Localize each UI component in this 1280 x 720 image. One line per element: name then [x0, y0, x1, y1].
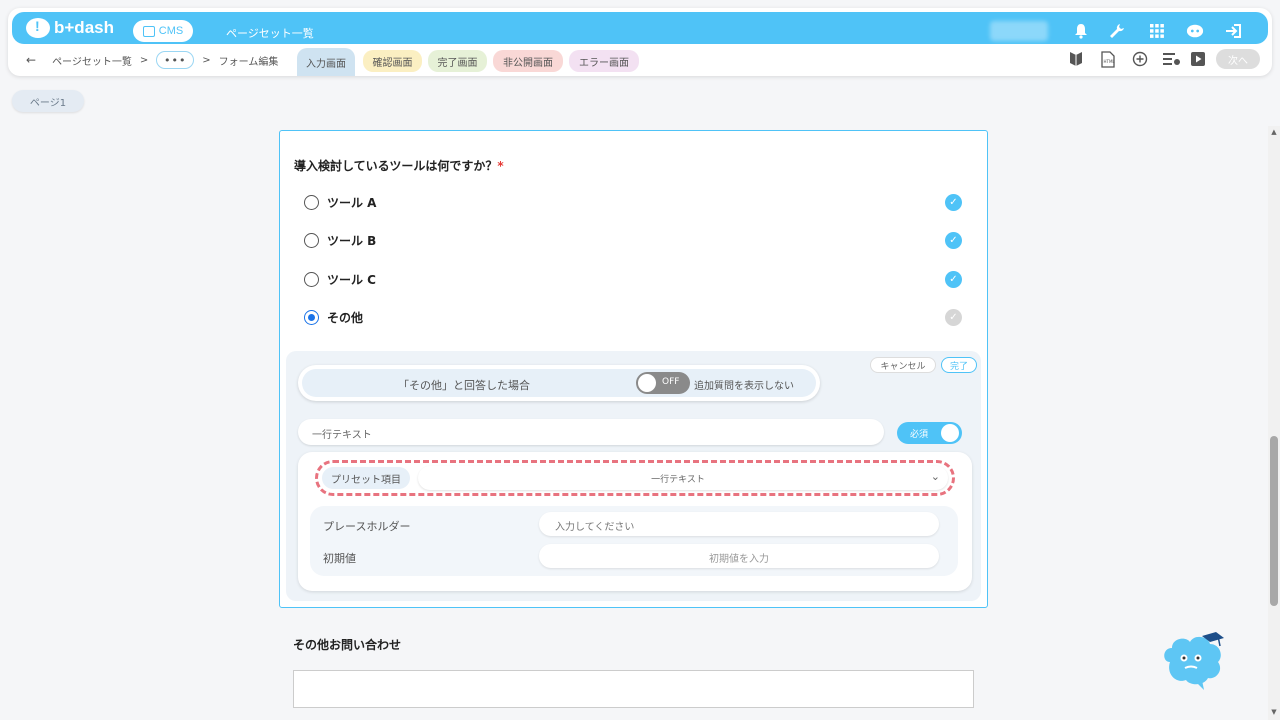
- toggle-state: OFF: [662, 377, 680, 387]
- tab-input-screen[interactable]: 入力画面: [297, 48, 355, 76]
- breadcrumb-separator: >: [202, 54, 211, 66]
- condition-text: 「その他」と回答した場合: [398, 379, 530, 392]
- check-icon[interactable]: ✓: [945, 271, 962, 288]
- header-title: ページセット一覧: [226, 27, 314, 40]
- done-button[interactable]: 完了: [941, 357, 977, 373]
- option-label: その他: [327, 311, 364, 325]
- question-card-selected[interactable]: 導入検討しているツールは何ですか？* ツール A ✓ ツール B ✓ ツール C…: [279, 130, 988, 608]
- grid-menu-icon[interactable]: [1148, 22, 1166, 40]
- scroll-down-icon[interactable]: ▼: [1270, 708, 1278, 716]
- preview-play-icon[interactable]: [1188, 49, 1208, 69]
- tab-private-screen[interactable]: 非公開画面: [493, 50, 563, 72]
- vertical-scrollbar[interactable]: ▲ ▼: [1268, 126, 1280, 720]
- top-bar: b+dash CMS ページセット一覧 ← ページセット一覧 > ••• > フ…: [8, 8, 1272, 76]
- check-icon[interactable]: ✓: [945, 232, 962, 249]
- radio-button[interactable]: [304, 233, 319, 248]
- toggle-knob: [941, 424, 959, 442]
- default-value-input[interactable]: 初期値を入力: [539, 544, 939, 568]
- breadcrumb-page-set-list[interactable]: ページセット一覧: [52, 53, 132, 68]
- cms-button[interactable]: CMS: [133, 20, 193, 42]
- question-title: 導入検討しているツールは何ですか？*: [294, 157, 504, 174]
- beginner-mark-icon[interactable]: [1066, 49, 1086, 69]
- option-label: ツール C: [327, 273, 376, 287]
- option-label: ツール A: [327, 196, 377, 210]
- placeholder-input[interactable]: 入力してください: [539, 512, 939, 536]
- cms-label: CMS: [158, 25, 184, 37]
- chevron-down-icon: ⌄: [930, 470, 940, 483]
- toggle-knob: [638, 374, 656, 392]
- question2-title: その他お問い合わせ: [293, 638, 402, 652]
- check-icon[interactable]: ✓: [945, 194, 962, 211]
- radio-button[interactable]: [304, 272, 319, 287]
- breadcrumb-separator: >: [139, 54, 149, 66]
- breadcrumb-current: フォーム編集: [218, 56, 279, 68]
- bell-icon[interactable]: [1072, 22, 1090, 40]
- preset-select[interactable]: 一行テキスト ⌄: [418, 466, 948, 490]
- condition-box: 「その他」と回答した場合 OFF 追加質問を表示しない: [298, 365, 820, 401]
- conditional-question-panel: 「その他」と回答した場合 OFF 追加質問を表示しない キャンセル 完了 一行テ…: [286, 351, 981, 601]
- next-button[interactable]: 次へ: [1216, 49, 1260, 69]
- tab-error-screen[interactable]: エラー画面: [569, 50, 639, 72]
- field-detail-box: プレースホルダー 入力してください 初期値 初期値を入力: [310, 506, 958, 576]
- scroll-thumb[interactable]: [1270, 436, 1278, 606]
- option-tool-c[interactable]: ツール C: [304, 271, 376, 288]
- check-icon[interactable]: ✓: [945, 309, 962, 326]
- scroll-up-icon[interactable]: ▲: [1270, 128, 1278, 136]
- logo-text: b+dash: [54, 18, 114, 37]
- option-other[interactable]: その他: [304, 309, 363, 326]
- radio-button[interactable]: [304, 195, 319, 210]
- option-tool-a[interactable]: ツール A: [304, 194, 376, 211]
- preset-label: プリセット項目: [322, 467, 410, 489]
- edit-icon: [142, 25, 155, 37]
- preset-select-value: 一行テキスト: [651, 475, 705, 485]
- breadcrumb: ← ページセット一覧 > ••• > フォーム編集: [26, 51, 278, 69]
- field-type-text: 一行テキスト: [312, 430, 372, 441]
- mascot-helper-icon[interactable]: [1160, 628, 1228, 692]
- header-blue-bar: b+dash CMS ページセット一覧: [12, 12, 1268, 44]
- default-value-placeholder: 初期値を入力: [709, 554, 769, 565]
- wrench-icon[interactable]: [1108, 22, 1126, 40]
- question2-textarea[interactable]: [293, 670, 974, 708]
- option-label: ツール B: [327, 234, 377, 248]
- toggle-label: 追加質問を表示しない: [694, 381, 794, 392]
- bdash-logo[interactable]: b+dash: [26, 18, 114, 38]
- show-additional-question-toggle[interactable]: OFF: [636, 372, 690, 394]
- arrow-left-icon[interactable]: ←: [26, 53, 36, 67]
- list-settings-icon[interactable]: [1162, 49, 1182, 69]
- add-circle-icon[interactable]: [1130, 49, 1150, 69]
- default-value-label: 初期値: [323, 552, 356, 565]
- ai-assistant-icon[interactable]: [1186, 22, 1204, 40]
- required-toggle[interactable]: 必須: [897, 422, 962, 444]
- tab-complete-screen[interactable]: 完了画面: [428, 50, 487, 72]
- option-tool-b[interactable]: ツール B: [304, 232, 376, 249]
- placeholder-input-value: 入力してください: [555, 522, 635, 533]
- question-title-text: 導入検討しているツールは何ですか？: [294, 159, 498, 173]
- required-label: 必須: [910, 430, 929, 440]
- breadcrumb-more-button[interactable]: •••: [156, 51, 195, 69]
- page-1-tab[interactable]: ページ1: [12, 90, 84, 112]
- radio-button-selected[interactable]: [304, 310, 319, 325]
- preset-row-highlight: プリセット項目 一行テキスト ⌄: [315, 460, 955, 496]
- cancel-button[interactable]: キャンセル: [870, 357, 936, 373]
- field-settings-box: プリセット項目 一行テキスト ⌄ プレースホルダー 入力してください 初期値 初…: [298, 452, 972, 591]
- required-mark: *: [497, 159, 504, 173]
- logout-icon[interactable]: [1224, 22, 1242, 40]
- html-file-icon[interactable]: HTML: [1098, 49, 1118, 69]
- placeholder-label: プレースホルダー: [323, 520, 411, 533]
- svg-text:HTML: HTML: [1104, 59, 1116, 64]
- logo-bubble-icon: [26, 18, 50, 38]
- field-type-input[interactable]: 一行テキスト: [298, 419, 884, 445]
- condition-inner: 「その他」と回答した場合 OFF 追加質問を表示しない: [302, 369, 816, 397]
- user-name-blurred: [990, 21, 1048, 41]
- tab-confirm-screen[interactable]: 確認画面: [363, 50, 422, 72]
